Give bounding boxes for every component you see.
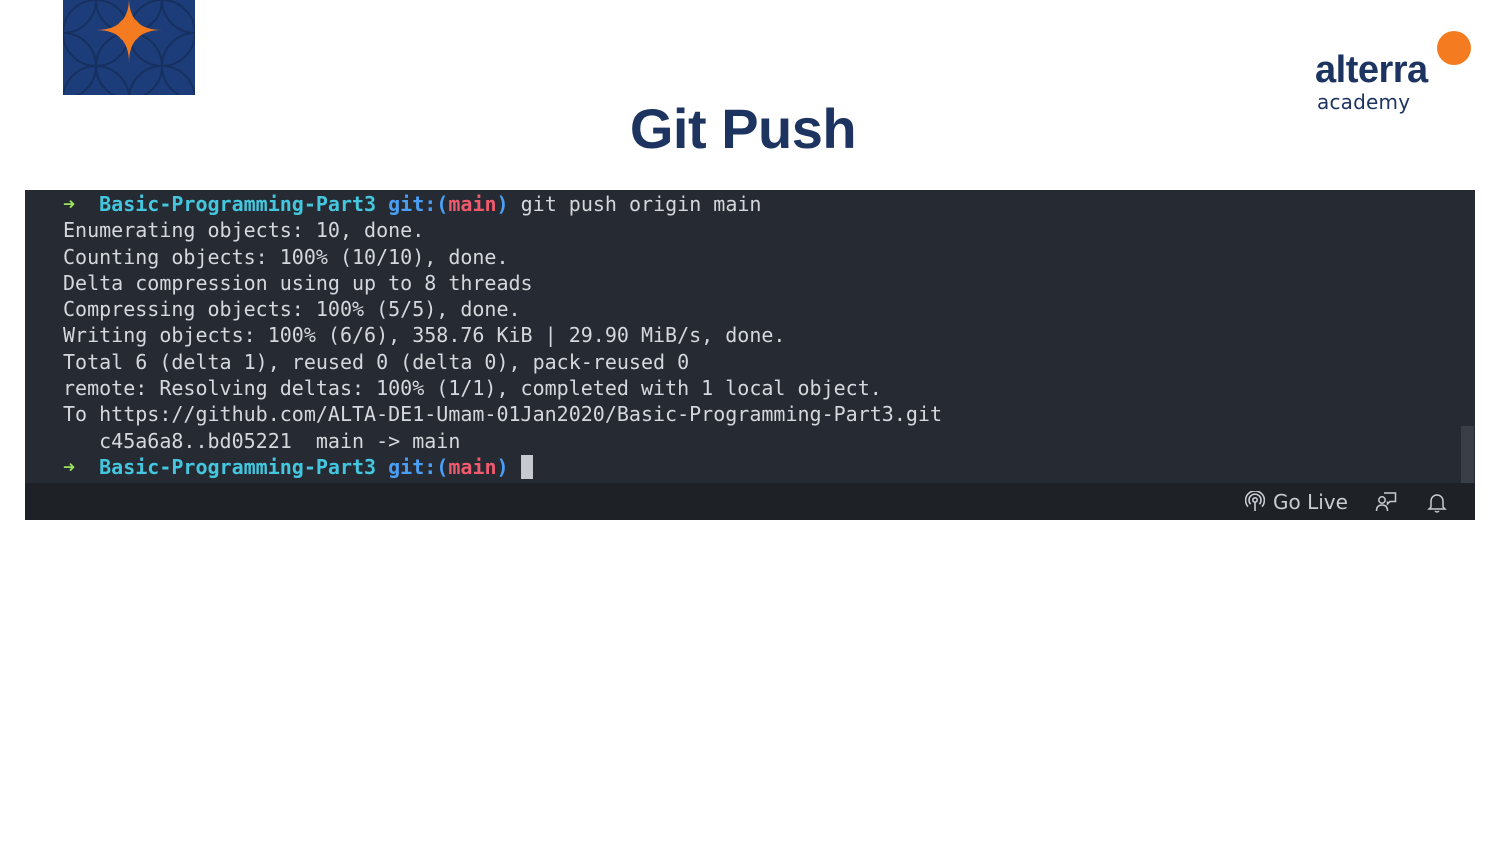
terminal-prompt-line[interactable]: ➜ Basic-Programming-Part3 git:(main) [63, 454, 1443, 480]
bell-icon [1427, 493, 1447, 513]
four-point-star-pattern-icon [63, 0, 195, 95]
slide: alterra academy Git Push ➜ Basic-Program… [0, 0, 1500, 844]
go-live-button[interactable]: Go Live [1245, 483, 1348, 520]
prompt-directory: Basic-Programming-Part3 [99, 454, 377, 479]
status-bar: Go Live [25, 483, 1475, 520]
prompt-git-suffix: ) [496, 192, 509, 216]
terminal-panel[interactable]: ➜ Basic-Programming-Part3 git:(main) git… [25, 190, 1475, 520]
prompt-git-prefix: git:( [388, 192, 449, 216]
prompt-arrow-icon: ➜ [63, 454, 76, 479]
page-title: Git Push [629, 97, 857, 160]
prompt-git-suffix: ) [496, 454, 509, 479]
notifications-button[interactable] [1426, 483, 1448, 520]
brand-name: alterra [1315, 49, 1428, 91]
terminal-output-line: Compressing objects: 100% (5/5), done. [63, 297, 521, 322]
terminal-output-line: Total 6 (delta 1), reused 0 (delta 0), p… [63, 349, 690, 374]
prompt-directory: Basic-Programming-Part3 [99, 192, 377, 216]
feedback-person-icon [1375, 491, 1397, 511]
prompt-git-prefix: git:( [388, 454, 449, 479]
prompt-branch: main [448, 192, 497, 216]
go-live-label: Go Live [1273, 489, 1348, 514]
terminal-scrollbar[interactable] [1461, 426, 1474, 483]
terminal-output-line: Counting objects: 100% (10/10), done. [63, 244, 509, 269]
terminal-output-line: remote: Resolving deltas: 100% (1/1), co… [63, 376, 882, 401]
prompt-arrow-icon: ➜ [63, 192, 76, 216]
terminal-command-line: ➜ Basic-Programming-Part3 git:(main) git… [63, 191, 1443, 217]
brand-dot [1437, 31, 1471, 65]
terminal-output-line: Enumerating objects: 10, done. [63, 218, 425, 243]
terminal-command: git push origin main [520, 192, 762, 216]
prompt-branch: main [448, 454, 497, 479]
terminal-output-line: Writing objects: 100% (6/6), 358.76 KiB … [63, 323, 786, 348]
broadcast-icon [1245, 490, 1265, 511]
terminal-output[interactable]: ➜ Basic-Programming-Part3 git:(main) git… [63, 190, 1443, 483]
feedback-button[interactable] [1375, 483, 1397, 520]
terminal-cursor[interactable] [520, 454, 533, 479]
terminal-output-line: To https://github.com/ALTA-DE1-Umam-01Ja… [63, 402, 942, 427]
terminal-output-line: c45a6a8..bd05221 main -> main [63, 428, 461, 453]
terminal-output-line: Delta compression using up to 8 threads [63, 270, 533, 295]
